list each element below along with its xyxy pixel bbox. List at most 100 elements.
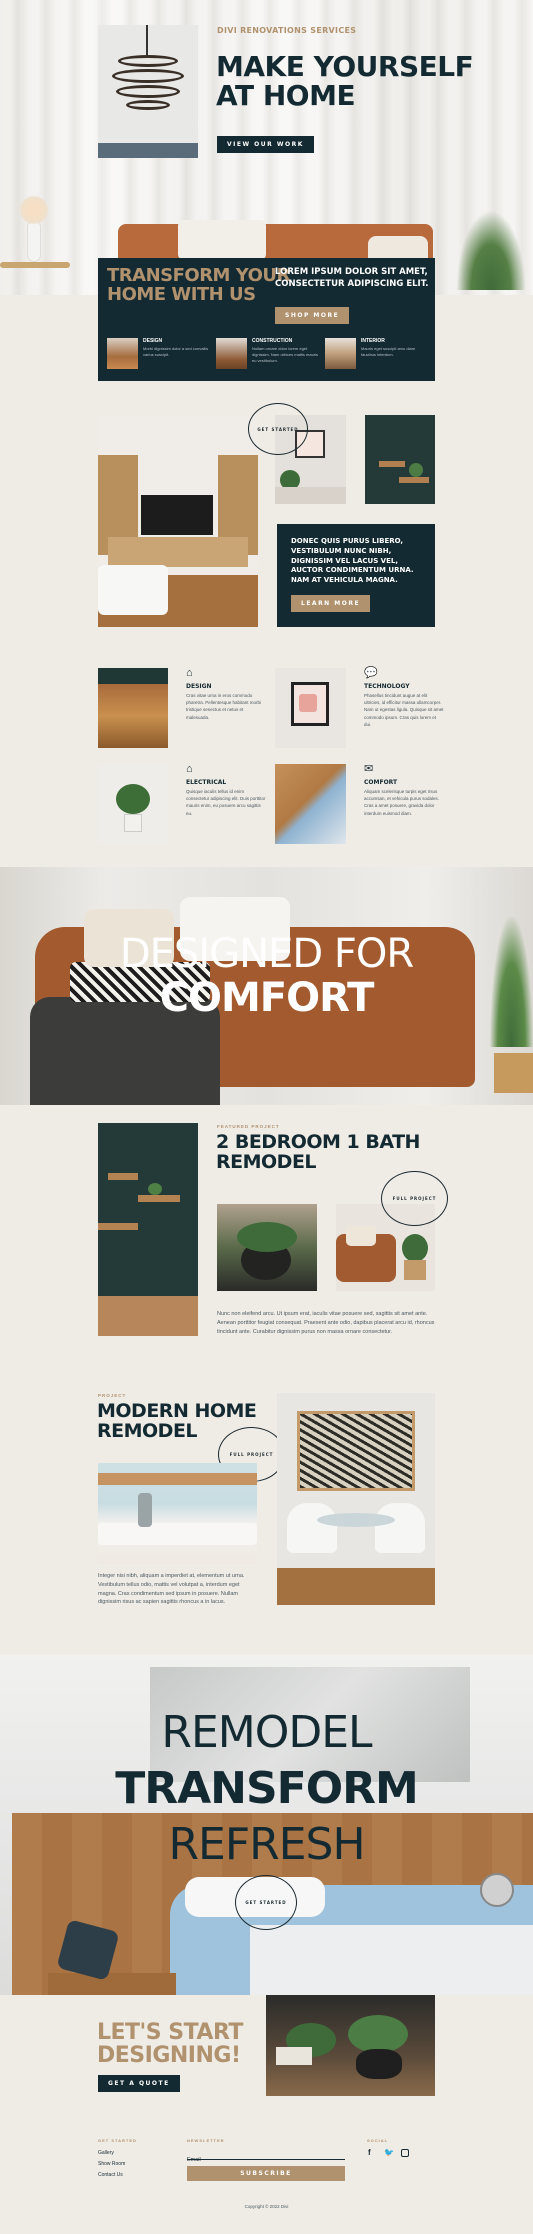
project2-text: Integer nisi nibh, aliquam a imperdiet a… — [98, 1573, 245, 1606]
banner-line1: REMODEL — [161, 1707, 372, 1758]
hero-title-line1: MAKE YOURSELF — [216, 50, 474, 83]
comfort-line1: DESIGNED FOR — [119, 931, 414, 977]
project2-bath-photo — [98, 1463, 257, 1564]
service-electrical: ⌂ ELECTRICAL Quisque iaculis tellus id e… — [186, 764, 266, 817]
design-thumb — [107, 338, 138, 369]
project2-title-line1: MODERN HOME — [97, 1400, 257, 1422]
card-title: CONSTRUCTION — [252, 338, 293, 344]
home-icon: ⌂ — [186, 667, 193, 679]
project1-title: 2 BEDROOM 1 BATH REMODEL — [216, 1132, 420, 1173]
subscribe-button[interactable]: SUBSCRIBE — [187, 2166, 345, 2181]
house-icon: ⌂ — [186, 763, 193, 775]
facebook-icon[interactable]: f — [368, 2148, 371, 2157]
newsletter-title: NEWSLETTER — [187, 2138, 225, 2143]
service-text: Phasellus tincidunt augue at elit ultric… — [364, 693, 444, 727]
banner-line3: REFRESH — [168, 1819, 365, 1870]
footer: GET STARTED Gallery Show Room Contact Us… — [0, 2120, 533, 2234]
living-room-photo — [98, 415, 258, 627]
learn-more-button[interactable]: LEARN MORE — [291, 595, 371, 612]
transform-card-construction: CONSTRUCTION Nullam ornare dolor lorem e… — [216, 338, 321, 372]
card-title: DESIGN — [143, 338, 163, 344]
chandelier-photo — [98, 25, 198, 158]
project1-full-project-circle[interactable]: FULL PROJECT — [381, 1171, 448, 1226]
service-text: Aliquam scelerisque turpis eget risus ac… — [364, 789, 440, 816]
interior-thumb — [325, 338, 356, 369]
project1-title-line2: REMODEL — [216, 1150, 317, 1173]
vase — [27, 220, 41, 262]
project1-circle-label: FULL PROJECT — [392, 1196, 437, 1201]
card-text: Nullam ornare dolor lorem eget dignissim… — [252, 346, 319, 363]
project1-plant-photo — [217, 1204, 317, 1291]
mail-icon: ✉ — [364, 763, 374, 775]
cta-title: LET'S START DESIGNING! — [97, 2021, 243, 2067]
nightstand — [48, 1973, 176, 1995]
get-a-quote-button[interactable]: GET A QUOTE — [98, 2075, 180, 2092]
plant-photo — [98, 764, 168, 844]
hero-title-line2: AT HOME — [216, 79, 356, 113]
cta-title-line1: LET'S START — [97, 2020, 243, 2045]
transform-headline: LOREM IPSUM DOLOR SIT AMET, CONSECTETUR … — [275, 267, 428, 291]
bedroom-banner: REMODEL TRANSFORM REFRESH — [0, 1655, 533, 1995]
plant-image — [456, 210, 526, 290]
get-started-circle[interactable]: GET STARTED — [248, 403, 308, 455]
transform-panel: TRANSFORM YOUR HOME WITH US LOREM IPSUM … — [98, 258, 435, 381]
service-title: TECHNOLOGY — [364, 683, 410, 690]
transform-card-design: DESIGN Morbi dignissim dolor a sed conva… — [107, 338, 212, 372]
banner-circle-label: GET STARTED — [245, 1900, 287, 1905]
email-input[interactable]: Email — [187, 2148, 345, 2163]
card-text: Morbi dignissim dolor a sed convallis va… — [143, 346, 209, 357]
service-text: Cras vitae urna in eros commodo pharetra… — [186, 693, 262, 720]
project1-text: Nunc non eleifend arcu. Ut ipsum erat, i… — [217, 1311, 435, 1335]
service-design: ⌂ DESIGN Cras vitae urna in eros commodo… — [186, 668, 266, 721]
gallery-dark-text: DONEC QUIS PURUS LIBERO, VESTIBULUM NUNC… — [291, 537, 414, 585]
get-started-circle-label: GET STARTED — [257, 426, 299, 432]
throw-blanket — [178, 220, 266, 260]
project2-eyebrow: PROJECT — [98, 1393, 127, 1398]
project1-eyebrow: FEATURED PROJECT — [217, 1124, 280, 1129]
hero-eyebrow: DIVI RENOVATIONS SERVICES — [217, 26, 357, 35]
service-title: DESIGN — [186, 683, 212, 690]
plant-pot — [494, 1053, 533, 1093]
transform-headline-line2: CONSECTETUR ADIPISCING ELIT. — [275, 278, 429, 289]
service-comfort: ✉ COMFORT Aliquam scelerisque turpis ege… — [364, 764, 444, 817]
bedroom-nightstand-photo — [275, 764, 346, 844]
banner-line2: TRANSFORM — [115, 1763, 419, 1814]
knit-throw — [250, 1925, 533, 1995]
instagram-icon[interactable] — [401, 2149, 409, 2157]
service-title: ELECTRICAL — [186, 779, 227, 786]
transform-headline-line1: LOREM IPSUM DOLOR SIT AMET, — [275, 267, 428, 277]
wood-dresser-photo — [98, 668, 168, 748]
construction-thumb — [216, 338, 247, 369]
service-text: Quisque iaculis tellus id enim consectet… — [186, 789, 266, 816]
cta-title-line2: DESIGNING! — [97, 2043, 241, 2069]
side-table — [0, 262, 70, 268]
banner-get-started-circle[interactable]: GET STARTED — [235, 1875, 297, 1930]
social-title: SOCIAL — [367, 2138, 389, 2143]
service-title: COMFORT — [364, 779, 398, 786]
subscribe-label: SUBSCRIBE — [240, 2170, 292, 2177]
comfort-banner: DESIGNED FOR COMFORT — [0, 867, 533, 1105]
transform-title: TRANSFORM YOUR HOME WITH US — [107, 266, 290, 305]
chat-icon: 💬 — [364, 667, 378, 679]
hero-section: DIVI RENOVATIONS SERVICES MAKE YOURSELF … — [0, 0, 533, 295]
footer-link-show-room[interactable]: Show Room — [98, 2161, 125, 2167]
hero-title: MAKE YOURSELF AT HOME — [216, 50, 474, 113]
project2-dining-photo — [277, 1393, 435, 1605]
comfort-line2: COMFORT — [159, 975, 375, 1021]
dark-shelf-photo — [365, 415, 435, 504]
lamp — [480, 1873, 514, 1907]
shop-more-button[interactable]: SHOP MORE — [275, 307, 350, 324]
service-technology: 💬 TECHNOLOGY Phasellus tincidunt augue a… — [364, 668, 444, 728]
cta-plant-photo — [266, 1995, 435, 2096]
frame-art-photo — [275, 668, 346, 748]
card-text: Mauris eget suscipit arcu diam faucibus … — [361, 346, 416, 357]
twitter-icon[interactable]: 🐦 — [384, 2148, 394, 2157]
footer-link-gallery[interactable]: Gallery — [98, 2150, 114, 2156]
card-title: INTERIOR — [361, 338, 385, 344]
email-placeholder: Email — [187, 2157, 201, 2163]
project2-circle-label: FULL PROJECT — [229, 1452, 274, 1457]
view-our-work-button[interactable]: VIEW OUR WORK — [217, 136, 314, 153]
gallery-dark-panel: DONEC QUIS PURUS LIBERO, VESTIBULUM NUNC… — [277, 524, 435, 627]
footer-link-contact-us[interactable]: Contact Us — [98, 2172, 123, 2178]
project1-main-photo — [98, 1123, 198, 1336]
